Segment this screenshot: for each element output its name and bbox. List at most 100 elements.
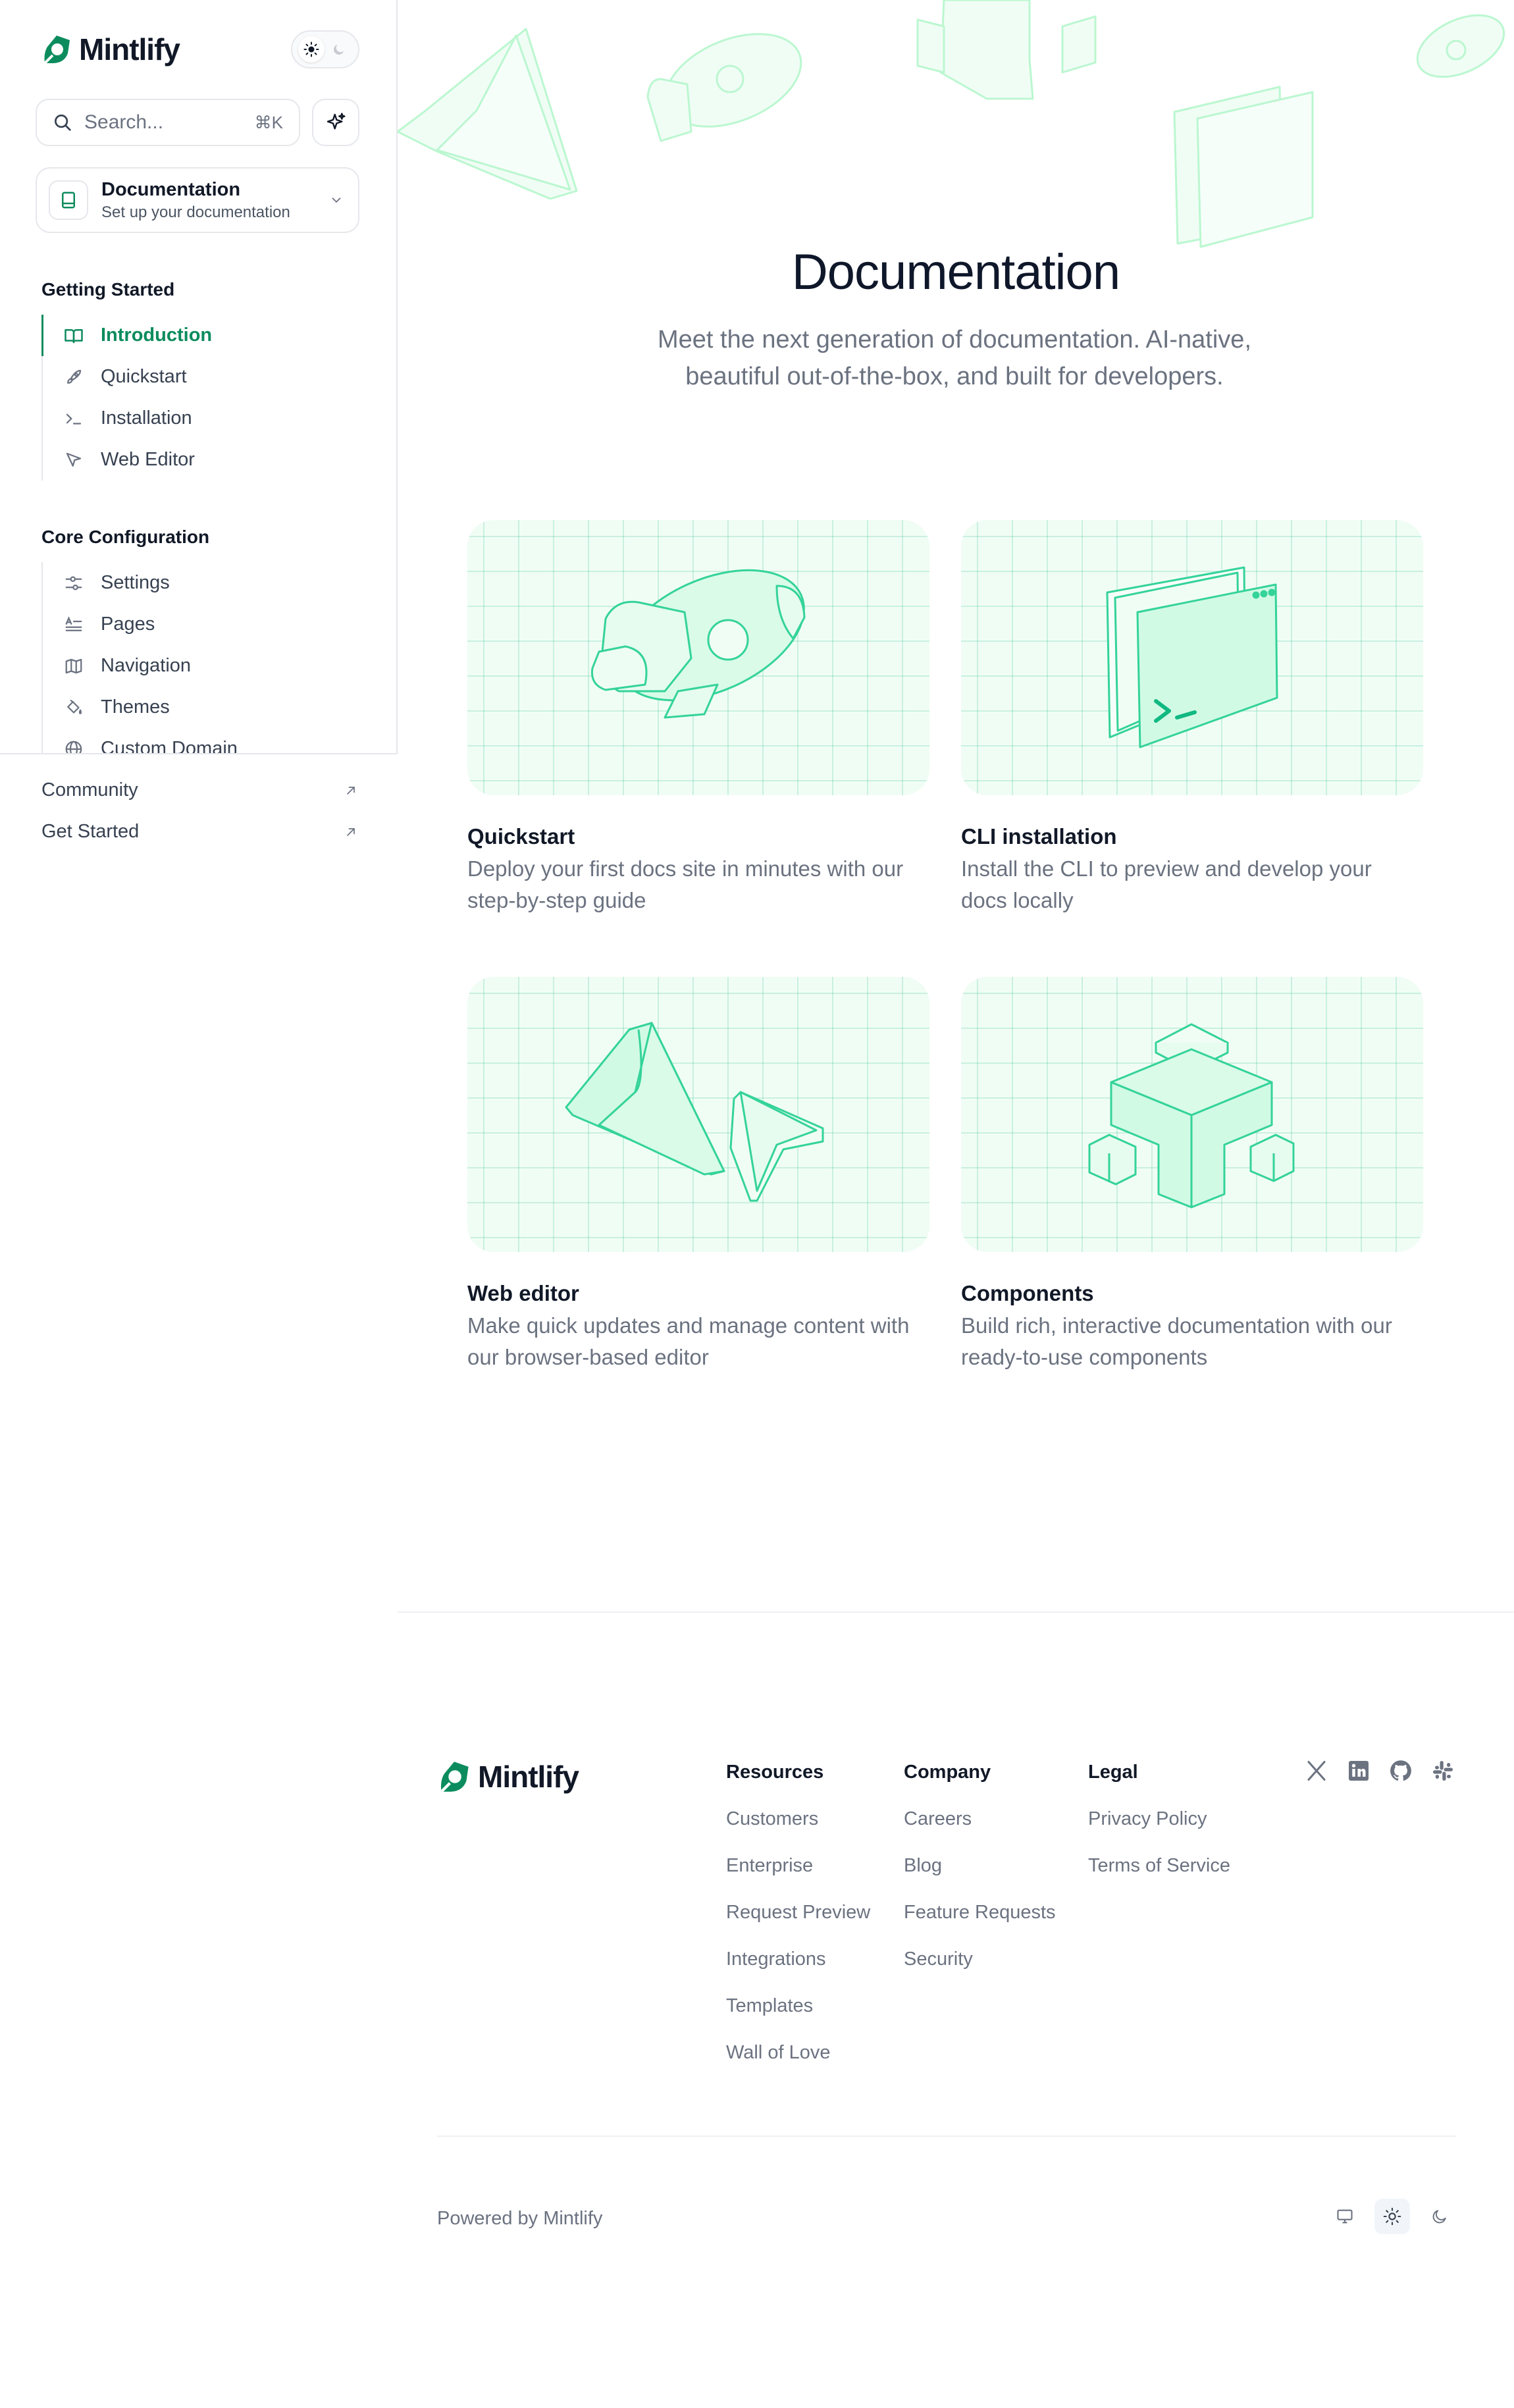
nav-list-getting-started: Introduction Quickstart Installation Web… (41, 315, 357, 481)
ai-assistant-button[interactable] (312, 99, 359, 146)
footer-brand-name: Mintlify (478, 1760, 579, 1794)
nav-item-quickstart[interactable]: Quickstart (43, 356, 357, 398)
book-icon (49, 180, 88, 220)
cursor-illustration (467, 977, 929, 1252)
footer-link[interactable]: Privacy Policy (1088, 1808, 1230, 1855)
nav-item-pages[interactable]: Pages (43, 604, 357, 645)
rocket-icon (67, 369, 82, 384)
footer-column-company: Company Careers Blog Feature Requests Se… (904, 1762, 1056, 1995)
linkedin-icon[interactable] (1345, 1758, 1372, 1784)
search-shortcut: ⌘K (254, 112, 283, 132)
nav-item-label: Installation (101, 407, 192, 429)
nav-list-core-configuration: Settings Pages Navigation Themes Custom … (41, 562, 357, 753)
footer-link[interactable]: Templates (726, 1995, 870, 2042)
cursor-icon (66, 452, 82, 467)
arrow-up-right-icon (347, 786, 355, 795)
footer-heading: Company (904, 1762, 991, 1783)
footer-link[interactable]: Integrations (726, 1949, 870, 1995)
card-description: Build rich, interactive documentation wi… (961, 1313, 1392, 1369)
selector-title: Documentation (101, 178, 241, 200)
theme-toggle[interactable] (291, 30, 359, 68)
footer-link[interactable]: Blog (904, 1855, 1056, 1902)
moon-icon[interactable] (1422, 2199, 1457, 2234)
footer-link[interactable]: Terms of Service (1088, 1855, 1230, 1902)
nav-item-label: Navigation (101, 655, 192, 676)
nav-item-label: Settings (101, 572, 170, 593)
footer-link[interactable]: Feature Requests (904, 1902, 1056, 1949)
footer-link[interactable]: Customers (726, 1808, 870, 1855)
card-quickstart[interactable]: Quickstart Deploy your first docs site i… (467, 520, 929, 916)
x-icon[interactable] (1303, 1758, 1330, 1784)
sidebar: Mintlify Search... ⌘K Documentation Set … (0, 0, 398, 879)
card-components[interactable]: Components Build rich, interactive docum… (961, 977, 1423, 1373)
chevron-down-icon (332, 197, 341, 203)
blocks-illustration (961, 977, 1423, 1252)
monitor-icon[interactable] (1327, 2199, 1363, 2234)
card-description: Deploy your first docs site in minutes w… (467, 856, 904, 912)
footer-link[interactable]: Security (904, 1949, 1056, 1995)
footer-link[interactable]: Enterprise (726, 1855, 870, 1902)
nav-item-label: Quickstart (101, 366, 187, 387)
selector-subtitle: Set up your documentation (101, 203, 290, 221)
footer-logo-link[interactable]: Mintlify (437, 1759, 579, 1794)
moon-icon[interactable] (326, 36, 352, 63)
mintlify-logo-icon (440, 1762, 469, 1793)
rocket-illustration (467, 520, 929, 795)
nav-item-label: Themes (101, 696, 170, 718)
nav-item-introduction[interactable]: Introduction (41, 315, 357, 356)
community-link[interactable]: Community (41, 779, 357, 801)
social-links (1303, 1758, 1456, 1784)
github-icon[interactable] (1388, 1758, 1414, 1784)
nav-item-navigation[interactable]: Navigation (43, 645, 357, 687)
appearance-switcher (1327, 2199, 1457, 2234)
page-title: Documentation (791, 244, 1120, 300)
card-description: Make quick updates and manage content wi… (467, 1313, 910, 1369)
footer-heading: Resources (726, 1762, 824, 1783)
nav-item-web-editor[interactable]: Web Editor (43, 439, 357, 481)
nav-item-settings[interactable]: Settings (43, 562, 357, 604)
nav-item-custom-domain[interactable]: Custom Domain (43, 728, 357, 753)
card-description: Install the CLI to preview and develop y… (961, 856, 1372, 912)
search-placeholder: Search... (84, 111, 164, 133)
card-cli-installation[interactable]: CLI installation Install the CLI to prev… (961, 520, 1423, 916)
footer-column-resources: Resources Customers Enterprise Request P… (726, 1762, 870, 2089)
footer-divider (398, 1611, 1514, 1613)
footer-heading: Legal (1088, 1762, 1138, 1783)
nav-item-label: Pages (101, 614, 155, 635)
slack-icon[interactable] (1430, 1758, 1456, 1784)
nav-item-installation[interactable]: Installation (43, 398, 357, 439)
nav-item-themes[interactable]: Themes (43, 687, 357, 728)
sparkle-icon (326, 113, 346, 130)
card-web-editor[interactable]: Web editor Make quick updates and manage… (467, 977, 929, 1373)
text-align-icon (65, 615, 82, 631)
nav-item-label: Web Editor (101, 449, 195, 470)
search-input[interactable]: Search... ⌘K (36, 99, 300, 146)
book-open-icon (65, 328, 83, 343)
footer-link[interactable]: Careers (904, 1808, 1056, 1855)
card-title: Components (961, 1281, 1094, 1305)
card-title: Web editor (467, 1281, 579, 1305)
link-label: Get Started (41, 821, 140, 842)
get-started-link[interactable]: Get Started (41, 821, 357, 843)
globe-icon (65, 741, 82, 753)
footer-column-legal: Legal Privacy Policy Terms of Service (1088, 1762, 1230, 1902)
sun-icon[interactable] (1374, 2199, 1410, 2234)
nav-item-label: Introduction (101, 325, 213, 346)
brand-logo-link[interactable]: Mintlify (41, 32, 180, 67)
terminal-icon (66, 413, 82, 425)
hero-background-illustration (398, 0, 1514, 250)
mintlify-logo-icon (43, 36, 70, 65)
footer-link[interactable]: Request Preview (726, 1902, 870, 1949)
nav-item-label: Custom Domain (101, 738, 238, 753)
brand-name: Mintlify (79, 32, 180, 66)
terminal-window-illustration (961, 520, 1423, 795)
search-icon (55, 115, 71, 131)
footer-link[interactable]: Wall of Love (726, 2042, 870, 2089)
documentation-selector[interactable]: Documentation Set up your documentation (36, 167, 359, 233)
sun-icon[interactable] (298, 36, 325, 63)
link-label: Community (41, 779, 138, 800)
nav-group-title: Core Configuration (41, 527, 210, 547)
map-icon (65, 658, 82, 673)
powered-by-link[interactable]: Powered by Mintlify (437, 2208, 602, 2230)
sliders-icon (65, 576, 82, 590)
